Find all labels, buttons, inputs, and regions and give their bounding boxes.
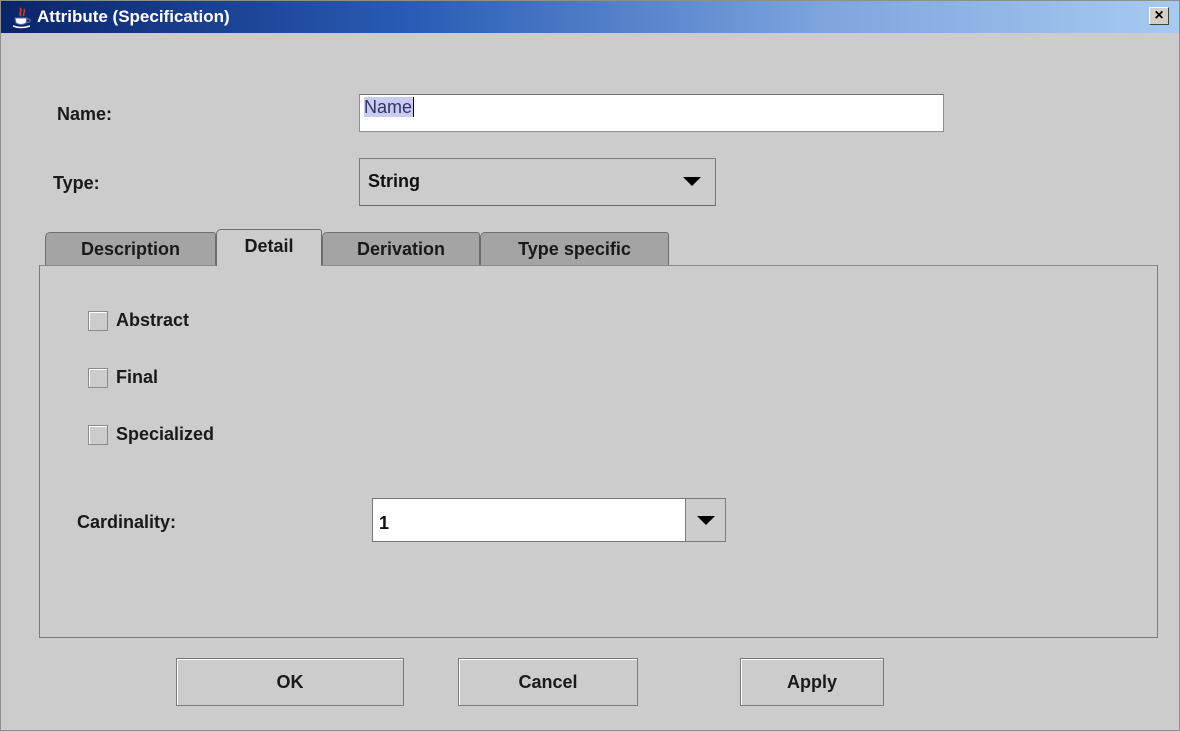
chevron-down-icon: [683, 177, 701, 186]
detail-panel: Abstract Final Specialized Cardinality: …: [39, 265, 1158, 638]
specialized-checkbox[interactable]: [88, 425, 108, 445]
abstract-checkbox[interactable]: [88, 311, 108, 331]
attribute-dialog: Attribute (Specification) × Name: Name T…: [0, 0, 1180, 731]
specialized-label: Specialized: [116, 424, 215, 444]
chevron-down-icon: [697, 516, 715, 525]
apply-button[interactable]: Apply: [740, 658, 884, 706]
name-input[interactable]: Name: [359, 94, 944, 132]
final-label: Final: [116, 367, 159, 387]
window-title: Attribute (Specification): [37, 7, 230, 26]
type-dropdown-value: String: [368, 171, 420, 191]
close-button[interactable]: ×: [1149, 7, 1169, 25]
cardinality-label: Cardinality:: [77, 512, 177, 532]
name-label: Name:: [57, 104, 113, 124]
tab-derivation[interactable]: Derivation: [322, 232, 480, 266]
type-label: Type:: [53, 173, 100, 193]
cardinality-dropdown[interactable]: 1: [372, 498, 726, 542]
type-dropdown[interactable]: String: [359, 158, 716, 206]
tab-description[interactable]: Description: [45, 232, 216, 266]
final-checkbox[interactable]: [88, 368, 108, 388]
name-input-value: Name: [364, 97, 415, 117]
abstract-label: Abstract: [116, 310, 190, 330]
cardinality-dropdown-button[interactable]: [685, 499, 725, 541]
cardinality-value: 1: [379, 513, 390, 533]
close-icon: ×: [1154, 7, 1164, 24]
cancel-button[interactable]: Cancel: [458, 658, 638, 706]
tab-type-specific[interactable]: Type specific: [480, 232, 669, 266]
title-bar[interactable]: Attribute (Specification) ×: [1, 1, 1179, 33]
ok-button[interactable]: OK: [176, 658, 404, 706]
tab-detail[interactable]: Detail: [216, 229, 322, 266]
java-cup-icon: [11, 7, 33, 29]
